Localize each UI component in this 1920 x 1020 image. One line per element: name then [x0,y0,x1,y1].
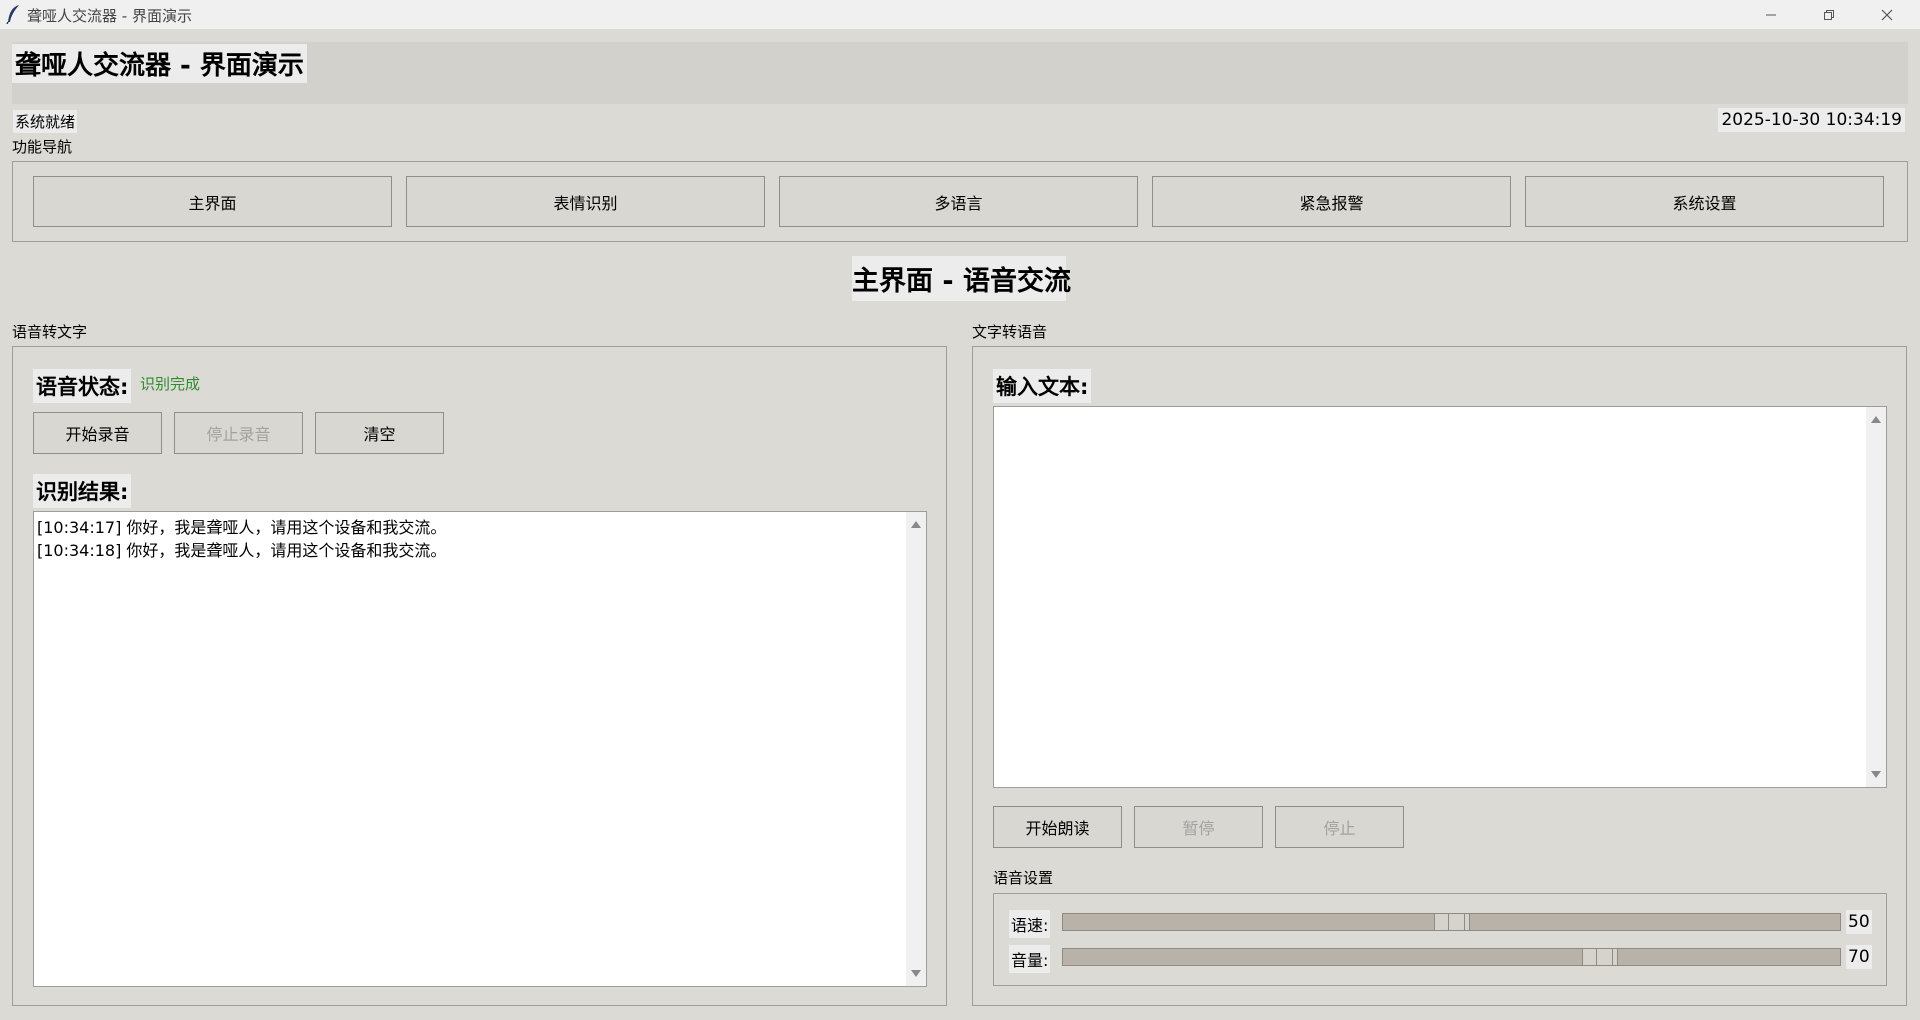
scroll-down-icon[interactable] [1871,771,1881,778]
close-icon [1881,9,1893,21]
input-text-label: 输入文本: [993,369,1092,403]
title-bar [0,0,1920,29]
feather-icon [6,4,22,25]
speed-label: 语速: [1009,910,1051,938]
clear-button[interactable]: 清空 [315,412,444,454]
stop-button[interactable]: 停止 [1275,806,1404,848]
close-button[interactable] [1858,0,1916,29]
voice-status-label: 语音状态: [33,369,132,403]
result-lines: [10:34:17] 你好，我是聋哑人，请用这个设备和我交流。 [10:34:1… [37,516,446,562]
result-label: 识别结果: [33,474,132,508]
page-heading: 主界面 - 语音交流 [852,256,1071,301]
result-scrollbar[interactable] [906,512,926,986]
scroll-down-icon[interactable] [911,970,921,977]
pause-button[interactable]: 暂停 [1134,806,1263,848]
input-textbox[interactable] [993,406,1887,788]
scroll-up-icon[interactable] [1871,416,1881,423]
minimize-button[interactable] [1742,0,1800,29]
volume-label: 音量: [1009,945,1051,973]
voice-settings-frame [993,893,1887,986]
start-recording-button[interactable]: 开始录音 [33,412,162,454]
result-line: [10:34:18] 你好，我是聋哑人，请用这个设备和我交流。 [37,541,447,560]
result-textbox[interactable]: [10:34:17] 你好，我是聋哑人，请用这个设备和我交流。 [10:34:1… [33,511,927,987]
nav-button-emergency[interactable]: 紧急报警 [1152,176,1511,227]
result-line: [10:34:17] 你好，我是聋哑人，请用这个设备和我交流。 [37,518,447,537]
start-reading-button[interactable]: 开始朗读 [993,806,1122,848]
speed-slider[interactable] [1062,913,1841,931]
input-scrollbar[interactable] [1866,407,1886,787]
stop-recording-button[interactable]: 停止录音 [174,412,303,454]
system-status: 系统就绪 [13,110,78,133]
text-to-speech-label: 文字转语音 [972,323,1048,341]
volume-slider-thumb[interactable] [1581,949,1618,965]
voice-status-value: 识别完成 [140,375,201,393]
minimize-icon [1765,9,1777,21]
nav-button-multilanguage[interactable]: 多语言 [779,176,1138,227]
speed-value: 50 [1846,910,1872,934]
nav-button-main[interactable]: 主界面 [33,176,392,227]
window-title: 聋哑人交流器 - 界面演示 [27,7,192,25]
app-title: 聋哑人交流器 - 界面演示 [12,44,307,83]
nav-group-label: 功能导航 [12,138,73,156]
speed-slider-thumb[interactable] [1433,914,1470,930]
restore-icon [1823,9,1835,21]
voice-settings-label: 语音设置 [993,869,1054,887]
datetime-display: 2025-10-30 10:34:19 [1718,108,1905,132]
volume-slider[interactable] [1062,948,1841,966]
speech-to-text-label: 语音转文字 [12,323,88,341]
scroll-up-icon[interactable] [911,521,921,528]
volume-value: 70 [1846,945,1872,969]
nav-button-settings[interactable]: 系统设置 [1525,176,1884,227]
nav-button-expression[interactable]: 表情识别 [406,176,765,227]
restore-button[interactable] [1800,0,1858,29]
